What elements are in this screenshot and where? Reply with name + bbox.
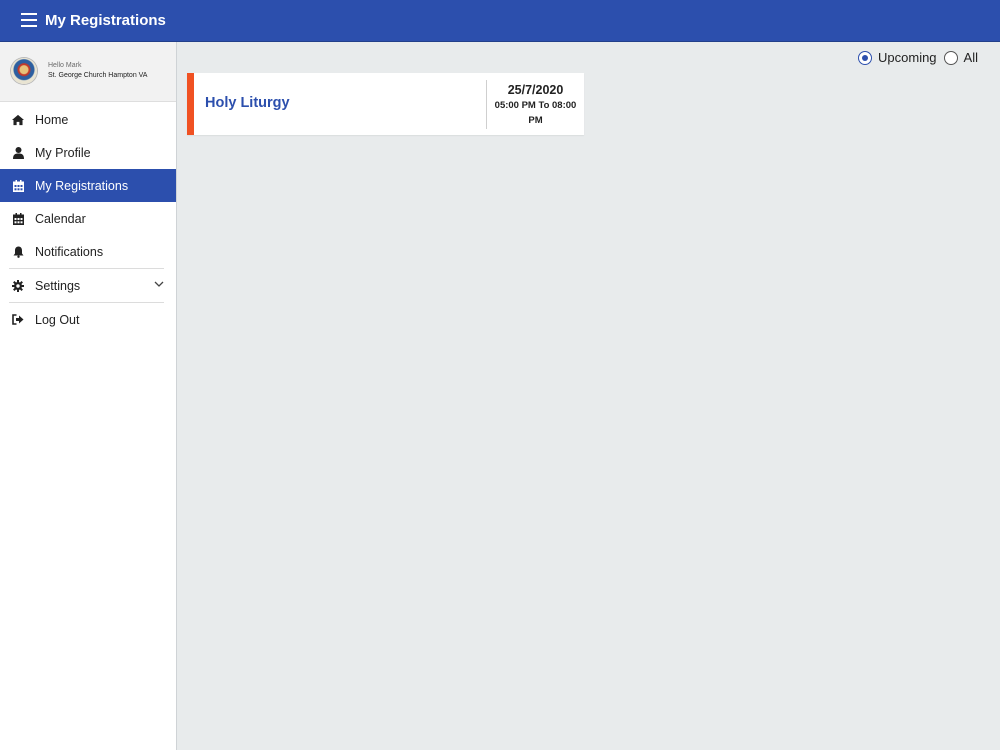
user-greeting: Hello Mark: [48, 62, 82, 69]
event-name: Holy Liturgy: [205, 95, 290, 111]
sidebar-item-home[interactable]: Home: [0, 103, 176, 136]
user-icon: [12, 146, 24, 159]
church-logo-avatar: [11, 58, 37, 84]
user-profile-panel: Hello Mark St. George Church Hampton VA: [0, 42, 176, 102]
sidebar-item-label: Notifications: [35, 244, 104, 259]
sidebar-item-notifications[interactable]: Notifications: [0, 235, 176, 268]
upcoming-radio[interactable]: Upcoming: [858, 50, 937, 65]
sidebar-item-my-registrations[interactable]: My Registrations: [0, 169, 176, 202]
chevron-down-icon[interactable]: [154, 278, 164, 288]
radio-checked-icon: [858, 50, 873, 65]
sign-out-icon: [12, 314, 24, 326]
sidebar-item-label: Settings: [35, 278, 81, 293]
sidebar-item-label: Log Out: [35, 312, 80, 327]
sidebar-item-my-profile[interactable]: My Profile: [0, 136, 176, 169]
registration-card[interactable]: Holy Liturgy 25/7/2020 05:00 PM To 08:00…: [187, 73, 584, 135]
sidebar-item-label: Calendar: [35, 211, 86, 226]
bell-icon: [12, 246, 24, 258]
home-icon: [12, 114, 24, 126]
sidebar-item-label: My Registrations: [35, 178, 129, 193]
sidebar-item-calendar[interactable]: Calendar: [0, 202, 176, 235]
calendar-icon: [12, 212, 24, 225]
hamburger-menu-icon[interactable]: [21, 13, 37, 27]
sidebar-item-log-out[interactable]: Log Out: [0, 303, 176, 336]
app-header: My Registrations: [0, 0, 1000, 42]
sidebar-item-label: Home: [35, 112, 69, 127]
radio-unchecked-icon: [943, 50, 958, 65]
event-date: 25/7/2020: [507, 83, 564, 97]
page-title: My Registrations: [45, 12, 166, 29]
all-radio[interactable]: All: [943, 50, 978, 65]
event-time: 05:00 PM To 08:00 PM: [494, 100, 577, 126]
all-label: All: [963, 50, 978, 65]
registration-filter: Upcoming All: [858, 50, 978, 65]
gear-icon: [12, 279, 24, 292]
sidebar-item-label: My Profile: [35, 145, 91, 160]
church-name: St. George Church Hampton VA: [48, 72, 148, 79]
upcoming-label: Upcoming: [878, 50, 937, 65]
sidebar: Hello Mark St. George Church Hampton VA …: [0, 42, 177, 750]
sidebar-item-settings[interactable]: Settings: [0, 269, 176, 302]
calendar-icon: [12, 179, 24, 192]
